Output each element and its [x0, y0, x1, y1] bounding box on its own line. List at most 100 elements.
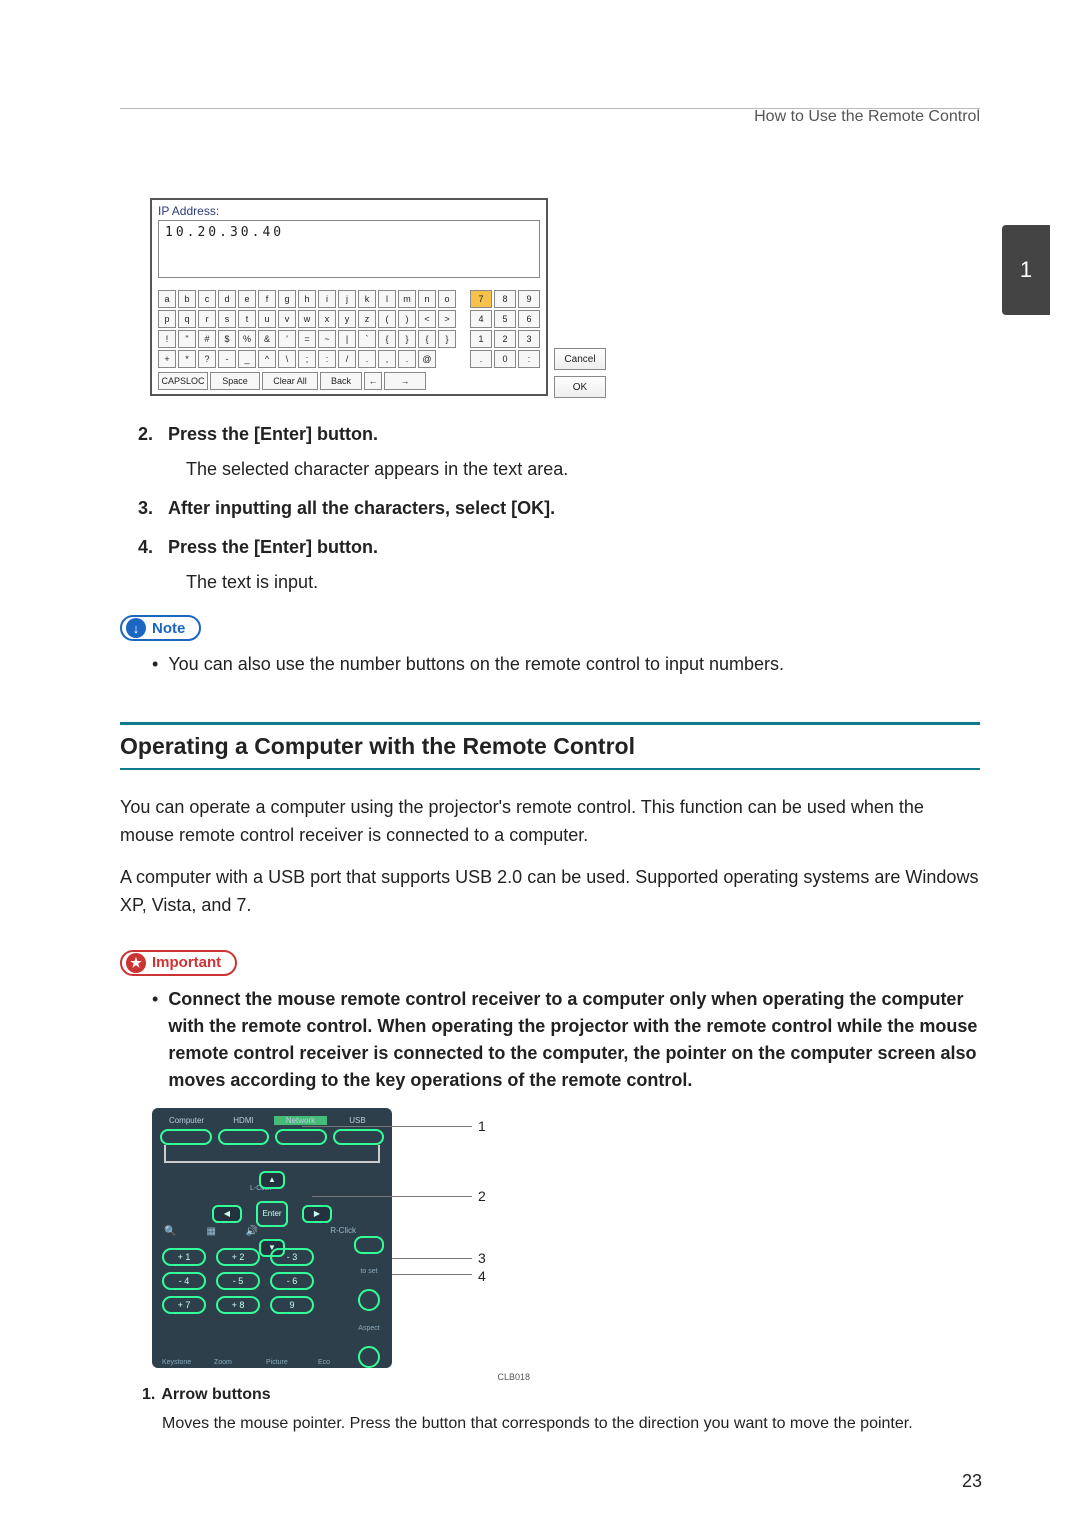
key-left: ← — [364, 372, 382, 390]
key: & — [258, 330, 276, 348]
cancel-button: Cancel — [554, 348, 606, 370]
key: m — [398, 290, 416, 308]
key: o — [438, 290, 456, 308]
remote-tab: USB — [331, 1116, 384, 1125]
key: ( — [378, 310, 396, 328]
key-capslock: CAPSLOC — [158, 372, 208, 390]
remote-num-button: - 6 — [270, 1272, 314, 1290]
key: h — [298, 290, 316, 308]
note-callout: ↓ Note — [120, 615, 201, 641]
r-click-button — [354, 1236, 384, 1254]
key: f — [258, 290, 276, 308]
onscreen-keyboard: abcdefghijklmno pqrstuvwxyz()<> !"#$%&'=… — [158, 288, 456, 390]
ok-button: OK — [554, 376, 606, 398]
key: t — [238, 310, 256, 328]
key: a — [158, 290, 176, 308]
bullet-dot: • — [152, 651, 158, 678]
key: { — [418, 330, 436, 348]
key: n — [418, 290, 436, 308]
remote-label: Picture — [266, 1359, 318, 1366]
key: ' — [278, 330, 296, 348]
key-back: Back — [320, 372, 362, 390]
arrow-left-button: ◀ — [212, 1205, 242, 1223]
key: # — [198, 330, 216, 348]
step-number: 3. — [138, 498, 168, 519]
key: ; — [298, 350, 316, 368]
remote-label: Keystone — [162, 1359, 214, 1366]
key: l — [378, 290, 396, 308]
numkey: 8 — [494, 290, 516, 308]
key: - — [218, 350, 236, 368]
step-heading: Press the [Enter] button. — [168, 424, 378, 445]
figure-code: CLB018 — [497, 1372, 530, 1382]
remote-tab: Computer — [160, 1116, 213, 1125]
key: " — [178, 330, 196, 348]
key: , — [378, 350, 396, 368]
numkey: 5 — [494, 310, 516, 328]
key: : — [318, 350, 336, 368]
remote-num-button: + 1 — [162, 1248, 206, 1266]
key: e — [238, 290, 256, 308]
ip-text-field: 10.20.30.40 — [158, 220, 540, 278]
key-clear-all: Clear All — [262, 372, 318, 390]
key: { — [378, 330, 396, 348]
key: ) — [398, 310, 416, 328]
key-space: Space — [210, 372, 260, 390]
remote-label: Eco — [318, 1359, 370, 1366]
important-callout: ★ Important — [120, 950, 237, 976]
important-bullet-text: Connect the mouse remote control receive… — [168, 986, 980, 1094]
arrow-right-button: ▶ — [302, 1205, 332, 1223]
key: y — [338, 310, 356, 328]
key: w — [298, 310, 316, 328]
page-icon: ▦ — [206, 1226, 215, 1237]
key: j — [338, 290, 356, 308]
key: = — [298, 330, 316, 348]
key: . — [358, 350, 376, 368]
numkey: 7 — [470, 290, 492, 308]
note-icon: ↓ — [126, 618, 146, 638]
def-number: 1. — [142, 1386, 155, 1403]
paragraph: You can operate a computer using the pro… — [120, 794, 980, 850]
callout-number: 2 — [478, 1188, 486, 1204]
enter-button: Enter — [256, 1201, 288, 1227]
key-right: → — [384, 372, 426, 390]
numkey: 1 — [470, 330, 492, 348]
key: / — [338, 350, 356, 368]
remote-num-button: - 3 — [270, 1248, 314, 1266]
round-button — [358, 1289, 380, 1311]
ip-window-title: IP Address: — [158, 204, 540, 218]
key: x — [318, 310, 336, 328]
callout-number: 3 — [478, 1250, 486, 1266]
key: @ — [418, 350, 436, 368]
step-heading: Press the [Enter] button. — [168, 537, 378, 558]
key: v — [278, 310, 296, 328]
key: } — [438, 330, 456, 348]
numkey: 0 — [494, 350, 516, 368]
sound-icon: 🔊 — [246, 1226, 258, 1237]
remote-num-button: - 5 — [216, 1272, 260, 1290]
key: . — [398, 350, 416, 368]
key: r — [198, 310, 216, 328]
key: u — [258, 310, 276, 328]
key: } — [398, 330, 416, 348]
note-bullet-text: You can also use the number buttons on t… — [168, 651, 980, 678]
page-header-title: How to Use the Remote Control — [754, 108, 980, 126]
paragraph: A computer with a USB port that supports… — [120, 864, 980, 920]
key: d — [218, 290, 236, 308]
key: k — [358, 290, 376, 308]
key: + — [158, 350, 176, 368]
chapter-tab: 1 — [1002, 225, 1050, 315]
numkey: 3 — [518, 330, 540, 348]
key: $ — [218, 330, 236, 348]
key: ? — [198, 350, 216, 368]
key: _ — [238, 350, 256, 368]
remote-label: Zoom — [214, 1359, 266, 1366]
key: b — [178, 290, 196, 308]
key: < — [418, 310, 436, 328]
section-title: Operating a Computer with the Remote Con… — [120, 725, 980, 768]
remote-num-button: 9 — [270, 1296, 314, 1314]
key: i — [318, 290, 336, 308]
numpad: 789 456 123 .0: — [470, 288, 540, 368]
key: g — [278, 290, 296, 308]
important-icon: ★ — [126, 953, 146, 973]
